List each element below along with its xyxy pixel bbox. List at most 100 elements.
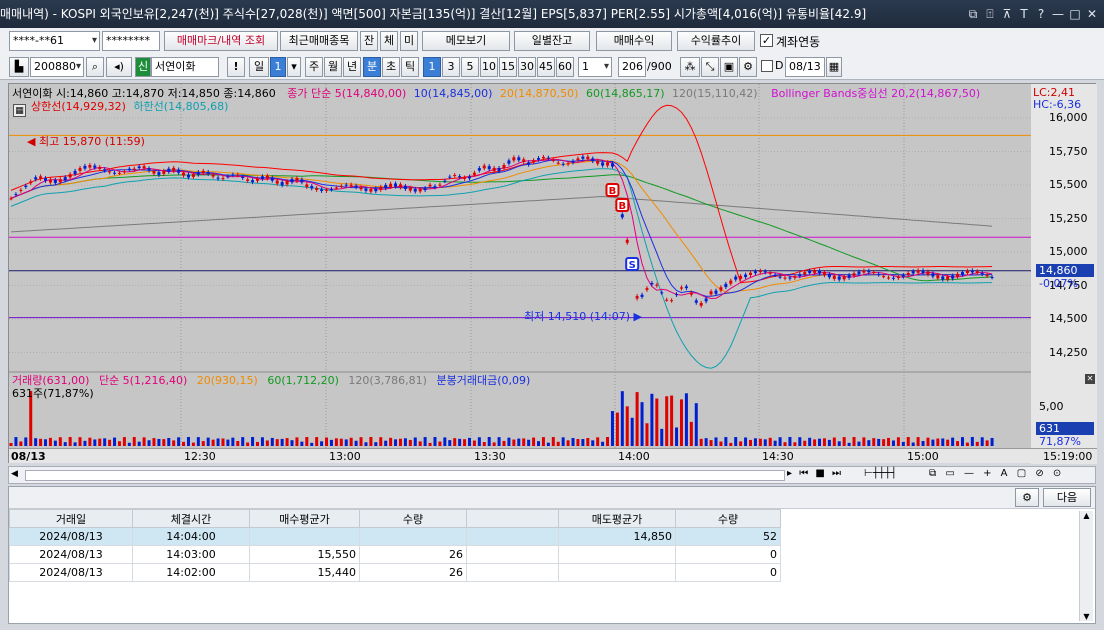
grid-toggle-icon[interactable]: ▦ — [13, 104, 26, 117]
search-icon[interactable]: ⌕ — [86, 57, 104, 77]
volume-tick: 5,00 — [1039, 400, 1064, 413]
volume-bar — [438, 441, 442, 446]
candle-body — [241, 176, 245, 179]
font-icon[interactable]: T — [1016, 0, 1032, 28]
candle-body — [113, 172, 117, 174]
range-total: /900 — [647, 60, 672, 73]
cell-date: 2024/08/13 — [9, 527, 133, 546]
copy-window-icon[interactable]: ⧉ — [965, 0, 981, 28]
price-chart[interactable]: BB S — [9, 84, 1097, 464]
playback-controls[interactable]: ▸ ⏮ ■ ⏭ — [787, 468, 843, 479]
volume-bar — [315, 437, 319, 446]
volume-bar — [182, 441, 186, 446]
mark-history-button[interactable]: 매매마크/내역 조회 — [164, 31, 278, 51]
interval-5[interactable]: 5 — [461, 57, 479, 77]
balance-button[interactable]: 잔 — [360, 31, 378, 51]
unfilled-button[interactable]: 미 — [400, 31, 418, 51]
period-second-button[interactable]: 초 — [382, 57, 400, 77]
interval-45[interactable]: 45 — [537, 57, 555, 77]
volume-bar — [63, 442, 67, 446]
chart-area[interactable]: BB S 서연이화 시:14,860 고:14,870 저:14,850 종:14… — [8, 83, 1097, 464]
interval-1[interactable]: 1 — [423, 57, 441, 77]
account-select[interactable]: ****-**61 — [9, 31, 100, 51]
history-settings-icon[interactable]: ⚙ — [1015, 488, 1039, 507]
recent-trades-button[interactable]: 최근매매종목 — [280, 31, 358, 51]
executed-button[interactable]: 체 — [380, 31, 398, 51]
daily-balance-button[interactable]: 일별잔고 — [514, 31, 590, 51]
stock-code-input[interactable]: 200880 — [30, 57, 84, 77]
volume-bar — [113, 437, 117, 446]
table-row[interactable]: 2024/08/13 14:04:00 14,850 52 — [9, 527, 781, 546]
period-day-count[interactable]: 1 — [270, 57, 286, 77]
candle-body — [660, 292, 664, 294]
alert-button[interactable]: ! — [227, 57, 245, 77]
drawing-tool-icon[interactable]: ⤡ — [701, 57, 719, 77]
history-vertical-scrollbar[interactable]: ▲ ▼ — [1079, 511, 1093, 621]
next-button[interactable]: 다음 — [1043, 488, 1091, 507]
range-input[interactable]: 206 — [618, 57, 646, 77]
layout-icon[interactable]: ▙ — [9, 57, 29, 77]
candle-body — [788, 277, 792, 279]
candle-body — [749, 272, 752, 275]
candle-body — [882, 276, 886, 278]
volume-bar — [487, 437, 491, 446]
top-most-icon[interactable]: ⊼ — [999, 0, 1015, 28]
settings-icon[interactable]: ⚙ — [739, 57, 757, 77]
profit-trend-button[interactable]: 수익률추이 — [677, 31, 755, 51]
account-link-checkbox[interactable]: ✓ — [760, 34, 773, 47]
chart-scroll-track[interactable] — [25, 470, 785, 481]
sound-icon[interactable]: ◂) — [106, 57, 132, 77]
chart-tool-icons[interactable]: ⧉ ▭ — + A ▢ ⊘ ⊙ — [929, 468, 1064, 479]
candle-body — [827, 274, 831, 278]
scroll-up-icon[interactable]: ▲ — [1080, 511, 1093, 520]
maximize-icon[interactable]: □ — [1067, 0, 1083, 28]
table-row[interactable]: 2024/08/13 14:02:00 15,440 26 0 — [9, 563, 781, 582]
pin-icon[interactable]: ⍐ — [982, 0, 998, 28]
interval-60[interactable]: 60 — [556, 57, 574, 77]
volume-bar — [887, 437, 891, 446]
candle-body — [58, 179, 62, 183]
pane-close-icon[interactable]: ✕ — [1085, 374, 1095, 384]
period-tick-button[interactable]: 틱 — [401, 57, 419, 77]
stock-name-field: 서연이화 — [151, 57, 219, 77]
count-select[interactable]: 1 — [578, 57, 612, 77]
candle-body — [719, 287, 723, 291]
save-icon[interactable]: ▣ — [720, 57, 738, 77]
scroll-left-icon[interactable]: ◀ — [11, 469, 23, 481]
table-row[interactable]: 2024/08/13 14:03:00 15,550 26 0 — [9, 545, 781, 564]
bollinger-legend: Bollinger Bands중심선 20,2(14,867,50) — [771, 87, 981, 100]
period-day-button[interactable]: 일 — [249, 57, 269, 77]
memo-view-button[interactable]: 메모보기 — [422, 31, 510, 51]
candle-body — [443, 180, 447, 182]
close-icon[interactable]: ✕ — [1084, 0, 1100, 28]
calendar-icon[interactable]: ▦ — [826, 57, 842, 77]
band-legend-row: 상한선(14,929,32) 하한선(14,805,68) — [31, 100, 228, 113]
period-month-button[interactable]: 월 — [324, 57, 342, 77]
volume-bar — [591, 440, 595, 446]
date-input[interactable]: 08/13 — [785, 57, 825, 77]
candle-body — [758, 270, 762, 273]
volume-bar — [477, 437, 481, 446]
date-checkbox[interactable] — [761, 60, 773, 72]
interval-15[interactable]: 15 — [499, 57, 517, 77]
help-icon[interactable]: ? — [1033, 0, 1049, 28]
interval-3[interactable]: 3 — [442, 57, 460, 77]
period-minute-button[interactable]: 분 — [363, 57, 381, 77]
scroll-down-icon[interactable]: ▼ — [1080, 612, 1093, 621]
volume-bar — [241, 437, 245, 446]
period-year-button[interactable]: 년 — [343, 57, 361, 77]
col-buy-qty: 수량 — [359, 509, 467, 528]
indicator-icon[interactable]: ⁂ — [680, 57, 700, 77]
candle-body — [561, 163, 565, 165]
period-dropdown-icon[interactable]: ▾ — [287, 57, 301, 77]
minimize-icon[interactable]: — — [1050, 0, 1066, 28]
volume-bar — [822, 438, 826, 446]
candle-body — [236, 174, 240, 176]
period-week-button[interactable]: 주 — [305, 57, 323, 77]
trade-profit-button[interactable]: 매매수익 — [596, 31, 672, 51]
password-field[interactable]: ******** — [102, 31, 160, 51]
interval-10[interactable]: 10 — [480, 57, 498, 77]
interval-30[interactable]: 30 — [518, 57, 536, 77]
candle-body — [729, 280, 733, 284]
zoom-slider[interactable]: ⊢┼┼┼┤ — [864, 468, 897, 479]
